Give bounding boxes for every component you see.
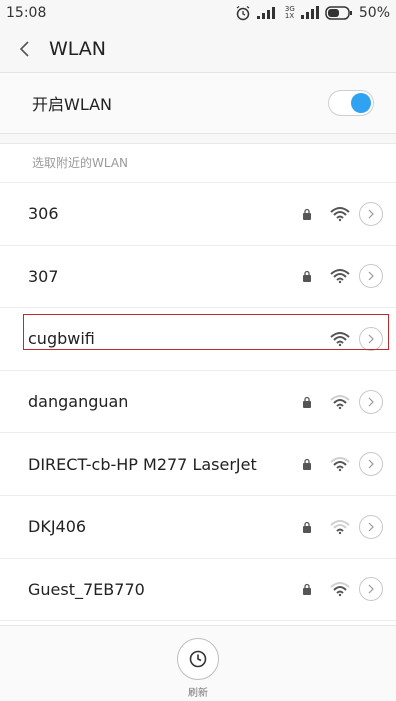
network-icons: [301, 201, 383, 226]
network-icons: [301, 514, 383, 539]
wlan-toggle-switch[interactable]: [328, 90, 374, 116]
chevron-right-icon: [368, 209, 374, 219]
wifi-signal-icon: [330, 269, 350, 284]
network-item[interactable]: Guest_7EB770: [0, 559, 396, 622]
chevron-right-icon: [368, 459, 374, 469]
clock-icon: [189, 650, 207, 668]
alarm-icon: [236, 5, 250, 21]
lock-icon: [301, 396, 313, 408]
cellular-signal-icon-1: [256, 7, 275, 19]
network-type-label: 3G 1X: [284, 5, 295, 20]
network-icons: [301, 389, 383, 414]
network-name: Guest_7EB770: [28, 579, 145, 599]
network-icons: [301, 264, 383, 289]
chevron-left-icon: [19, 41, 29, 57]
battery-icon: [325, 6, 352, 20]
status-icons: 3G 1X 50%: [235, 5, 390, 21]
lock-icon: [301, 270, 313, 283]
network-icons: [301, 577, 383, 602]
network-item[interactable]: danganguan: [0, 371, 396, 434]
network-details-button[interactable]: [359, 326, 383, 351]
network-name: DKJ406: [28, 517, 87, 537]
network-item[interactable]: DKJ406: [0, 496, 396, 559]
network-icons: [329, 326, 383, 351]
network-details-button[interactable]: [359, 577, 383, 602]
network-details-button[interactable]: [359, 201, 383, 226]
wlan-toggle-label: 开启WLAN: [32, 95, 113, 114]
section-title: 选取附近的WLAN: [0, 144, 396, 183]
battery-percent: 50%: [358, 5, 390, 21]
network-name: 306: [28, 204, 59, 224]
chevron-right-icon: [368, 271, 374, 281]
network-details-button[interactable]: [359, 514, 383, 539]
wifi-signal-icon: [330, 331, 350, 347]
network-details-button[interactable]: [359, 389, 383, 414]
wlan-toggle-row[interactable]: 开启WLAN: [0, 72, 396, 134]
app-bar: WLAN: [0, 26, 396, 72]
wifi-signal-icon: [330, 519, 350, 534]
chevron-right-icon: [368, 334, 374, 344]
refresh-label: 刷新: [188, 688, 208, 699]
back-button[interactable]: [13, 38, 35, 60]
cellular-signal-icon-2: [300, 6, 319, 19]
network-item[interactable]: 307: [0, 246, 396, 309]
bottom-bar: 刷新: [0, 625, 396, 701]
network-name: cugbwifi: [28, 329, 95, 349]
wifi-signal-icon: [330, 582, 350, 597]
wifi-signal-icon: [330, 206, 350, 221]
lock-icon: [301, 458, 313, 471]
network-details-button[interactable]: [359, 264, 383, 289]
wifi-signal-icon: [330, 394, 350, 409]
chevron-right-icon: [368, 522, 374, 532]
toggle-knob: [351, 93, 371, 113]
network-details-button[interactable]: [359, 452, 383, 477]
network-name: danganguan: [28, 392, 129, 412]
refresh-button[interactable]: [177, 638, 219, 680]
network-name: 307: [28, 266, 59, 286]
chevron-right-icon: [368, 397, 374, 407]
lock-icon: [301, 521, 313, 533]
network-list-panel: 选取附近的WLAN 306 307 cugbwifi danganguan DI…: [0, 143, 396, 626]
status-bar: 15:08 3G 1X 50%: [0, 0, 396, 26]
network-list: 306 307 cugbwifi danganguan DIRECT-cb-HP…: [0, 183, 396, 622]
chevron-right-icon: [368, 584, 374, 594]
network-name: DIRECT-cb-HP M277 LaserJet: [28, 454, 257, 474]
network-item[interactable]: 306: [0, 183, 396, 246]
network-icons: [301, 452, 383, 477]
lock-icon: [301, 208, 313, 220]
page-title: WLAN: [49, 38, 107, 60]
lock-icon: [301, 583, 313, 596]
network-item[interactable]: cugbwifi: [0, 308, 396, 371]
status-time: 15:08: [6, 5, 47, 21]
wifi-signal-icon: [330, 457, 350, 472]
network-item[interactable]: DIRECT-cb-HP M277 LaserJet: [0, 433, 396, 496]
